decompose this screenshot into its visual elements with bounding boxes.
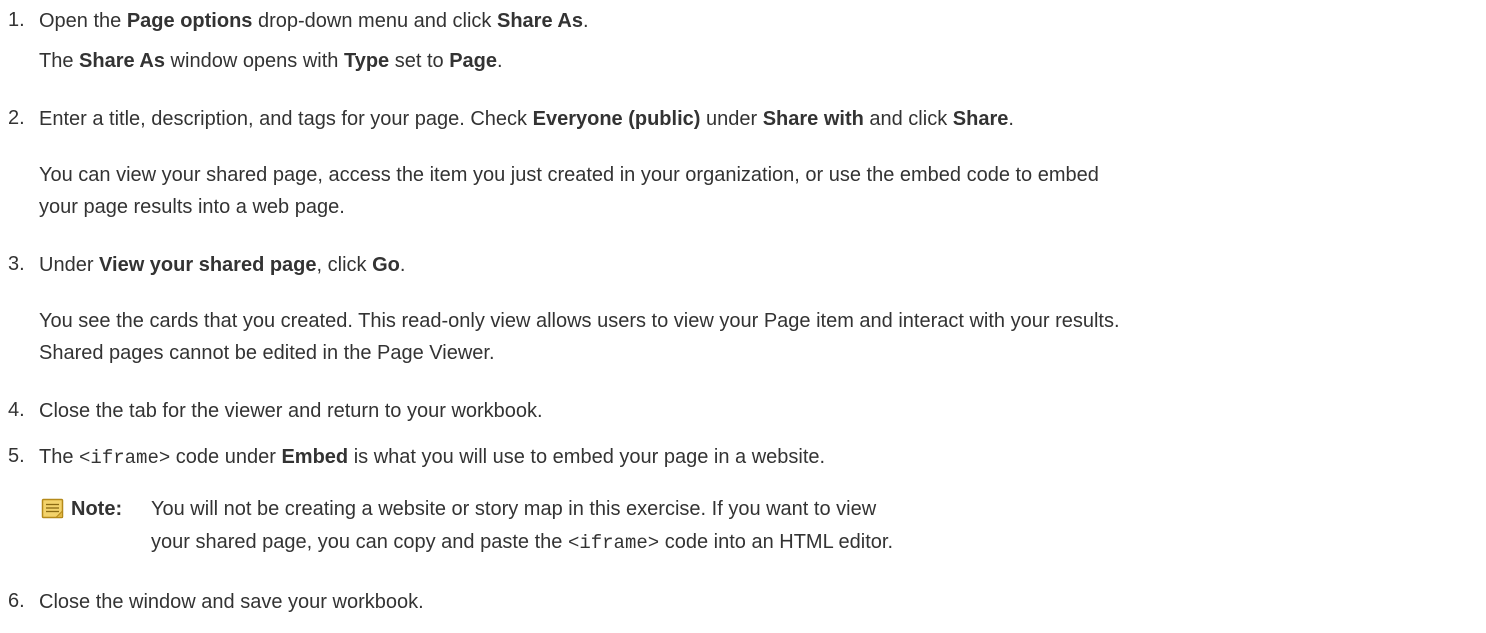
step-5-text-part: is what you will use to embed your page …: [348, 446, 826, 468]
step-1-text-part: .: [582, 10, 589, 32]
step-3-paragraph-line-1: You see the cards that you created. This…: [39, 310, 1120, 332]
step-3-text: Under View your shared page, click Go.: [39, 253, 405, 277]
step-5-text-part: code under: [170, 446, 282, 468]
step-3-number: 3.: [8, 253, 25, 275]
step-1-result: The Share As window opens with Type set …: [39, 49, 503, 73]
step-2-number: 2.: [8, 107, 25, 129]
step-4-text: Close the tab for the viewer and return …: [39, 400, 543, 422]
step-3-text-part: Under: [39, 254, 100, 276]
step-3-text-part: , click: [316, 254, 373, 276]
step-1-text-part: drop-down menu and click: [252, 10, 497, 32]
everyone-public-term: Everyone (public): [532, 108, 701, 130]
document-body: 1. Open the Page options drop-down menu …: [0, 0, 1486, 633]
step-1-result-part: The: [39, 50, 80, 72]
step-2-paragraph-line-1: You can view your shared page, access th…: [39, 164, 1099, 186]
step-1-number: 1.: [8, 9, 25, 31]
step-3-paragraph-line-2: Shared pages cannot be edited in the Pag…: [39, 342, 495, 364]
page-options-term: Page options: [126, 10, 253, 32]
step-1-text-part: Open the: [39, 10, 127, 32]
note-label: Note:: [71, 498, 123, 520]
share-with-term: Share with: [762, 108, 864, 130]
note-line-2: your shared page, you can copy and paste…: [151, 530, 893, 555]
share-term: Share: [952, 108, 1009, 130]
page-term: Page: [449, 50, 498, 72]
step-6-number: 6.: [8, 590, 25, 612]
share-as-window-term: Share As: [79, 50, 165, 72]
embed-term: Embed: [281, 446, 349, 468]
note-text-part: your shared page, you can copy and paste…: [151, 531, 568, 553]
view-shared-page-term: View your shared page: [99, 254, 317, 276]
iframe-code: <iframe>: [567, 532, 660, 554]
step-6-text: Close the window and save your workbook.: [39, 591, 424, 613]
step-5-number: 5.: [8, 445, 25, 467]
step-1-text: Open the Page options drop-down menu and…: [39, 9, 589, 33]
step-5-text: The <iframe> code under Embed is what yo…: [39, 445, 825, 470]
note-text-part: code into an HTML editor.: [659, 531, 893, 553]
note-icon: [41, 498, 66, 520]
go-term: Go: [372, 254, 400, 276]
note-line-1: You will not be creating a website or st…: [151, 498, 877, 520]
step-1-result-part: .: [497, 50, 503, 72]
step-1-result-part: set to: [389, 50, 450, 72]
step-3-text-part: .: [399, 254, 406, 276]
share-as-term: Share As: [497, 10, 583, 32]
step-1-result-part: window opens with: [165, 50, 344, 72]
step-2-text-part: and click: [863, 108, 953, 130]
step-5-text-part: The: [39, 446, 80, 468]
iframe-code: <iframe>: [79, 447, 171, 469]
step-2-paragraph-line-2: your page results into a web page.: [39, 196, 345, 218]
step-2-text-part: .: [1008, 108, 1014, 130]
step-2-text-part: Enter a title, description, and tags for…: [39, 108, 533, 130]
step-2-text-part: under: [700, 108, 763, 130]
step-2-text: Enter a title, description, and tags for…: [39, 107, 1014, 131]
type-term: Type: [343, 50, 390, 72]
step-4-number: 4.: [8, 399, 25, 421]
